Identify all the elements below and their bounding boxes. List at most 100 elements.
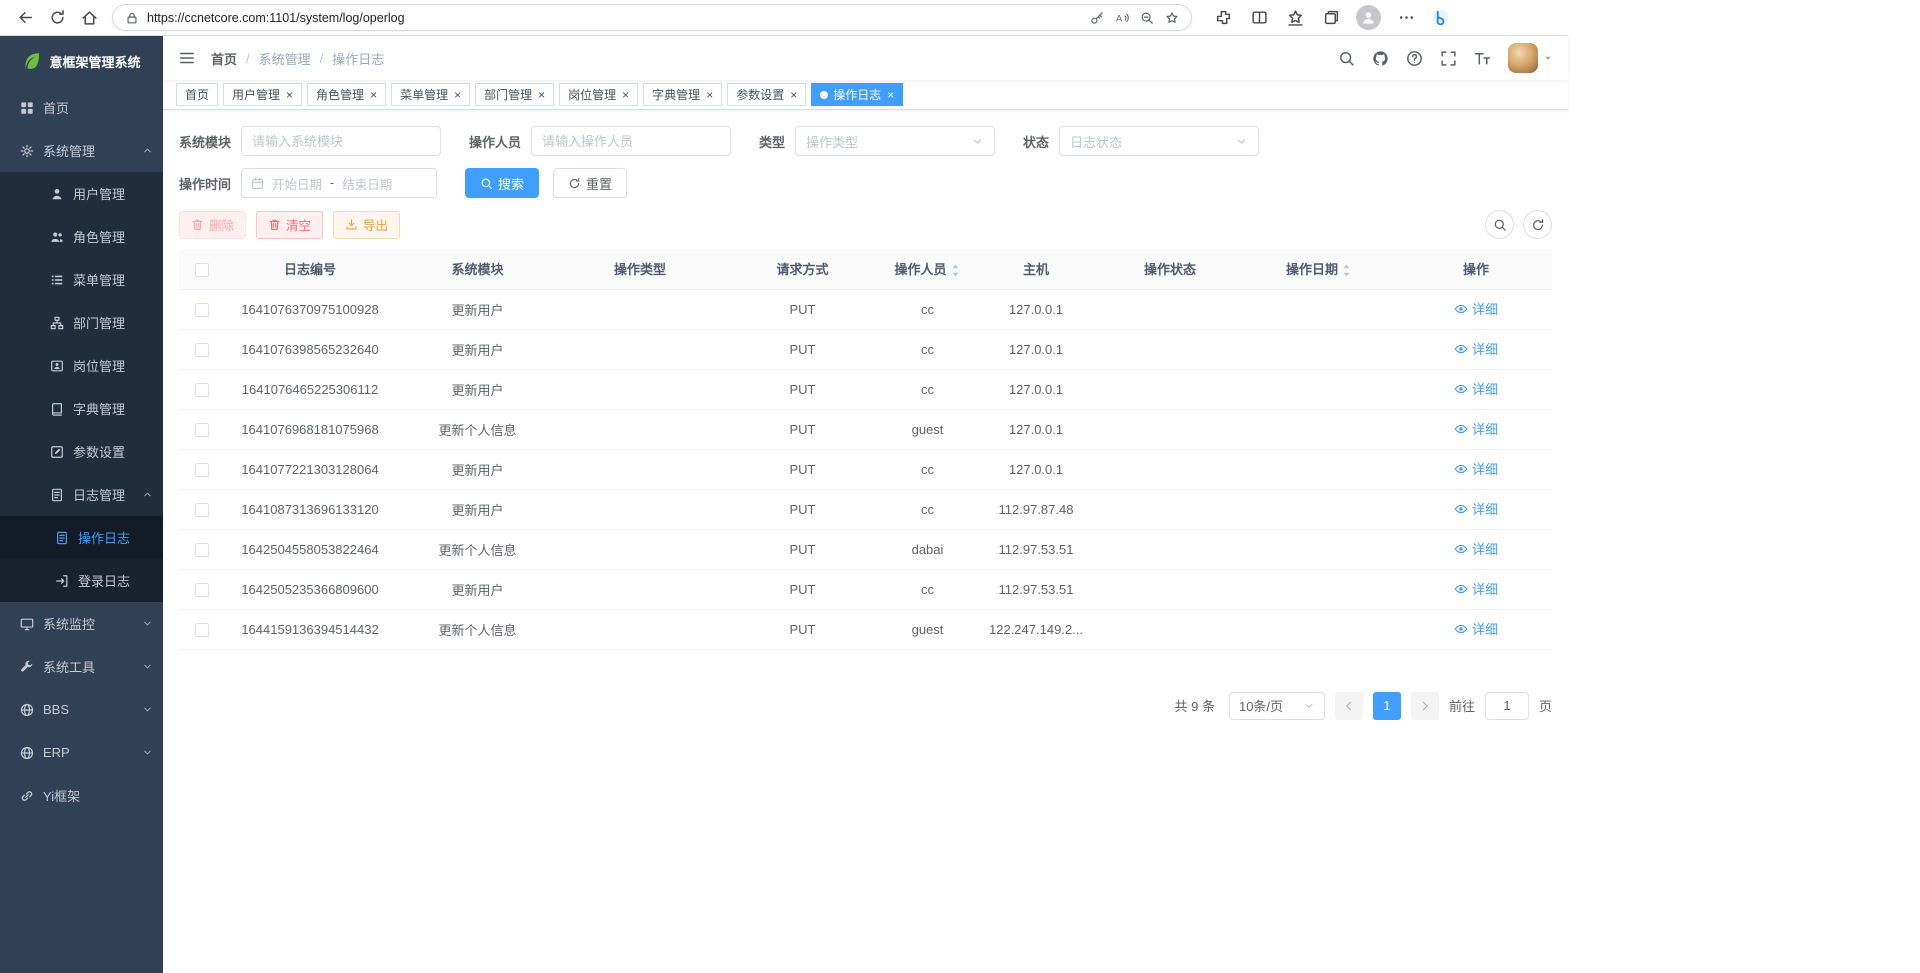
- tab-close-icon[interactable]: ×: [706, 89, 713, 101]
- tab-role[interactable]: 角色管理×: [307, 83, 386, 106]
- collections-button[interactable]: [1316, 4, 1346, 32]
- reset-button[interactable]: 重置: [553, 168, 627, 198]
- tab-close-icon[interactable]: ×: [370, 89, 377, 101]
- github-button[interactable]: [1372, 50, 1389, 67]
- delete-button[interactable]: 删除: [179, 211, 246, 239]
- address-bar[interactable]: https://ccnetcore.com:1101/system/log/op…: [112, 4, 1192, 31]
- read-aloud-button[interactable]: A: [1115, 11, 1129, 25]
- eye-icon: [1454, 382, 1468, 396]
- tab-close-icon[interactable]: ×: [286, 89, 293, 101]
- row-checkbox[interactable]: [195, 303, 209, 317]
- row-checkbox[interactable]: [195, 503, 209, 517]
- row-checkbox[interactable]: [195, 343, 209, 357]
- tab-operlog[interactable]: 操作日志×: [811, 83, 903, 106]
- extensions-button[interactable]: [1208, 4, 1238, 32]
- detail-link[interactable]: 详细: [1454, 459, 1498, 478]
- sidebar-item-system[interactable]: 系统管理: [0, 129, 163, 172]
- tab-close-icon[interactable]: ×: [538, 89, 545, 101]
- zoom-button[interactable]: [1140, 11, 1154, 25]
- sidebar-item-yiframe[interactable]: Yi框架: [0, 774, 163, 817]
- row-checkbox[interactable]: [195, 383, 209, 397]
- tab-close-icon[interactable]: ×: [454, 89, 461, 101]
- tab-close-icon[interactable]: ×: [622, 89, 629, 101]
- status-filter-select[interactable]: 日志状态: [1059, 126, 1259, 156]
- split-screen-button[interactable]: [1244, 4, 1274, 32]
- sort-caret-icon[interactable]: [950, 263, 961, 278]
- sidebar-item-dept[interactable]: 部门管理: [0, 301, 163, 344]
- goto-page-input[interactable]: [1485, 692, 1529, 720]
- app-logo[interactable]: 意框架管理系统: [0, 36, 163, 86]
- page-size-select[interactable]: 10条/页: [1229, 692, 1325, 720]
- row-checkbox[interactable]: [195, 423, 209, 437]
- breadcrumb-item[interactable]: 系统管理: [259, 49, 311, 68]
- row-checkbox[interactable]: [195, 623, 209, 637]
- search-button[interactable]: [1338, 50, 1355, 67]
- next-page-button[interactable]: [1411, 692, 1439, 720]
- row-checkbox[interactable]: [195, 463, 209, 477]
- add-favorite-button[interactable]: [1165, 11, 1179, 25]
- module-filter-input[interactable]: [241, 126, 441, 156]
- sidebar-item-tool[interactable]: 系统工具: [0, 645, 163, 688]
- sidebar-item-log[interactable]: 日志管理: [0, 473, 163, 516]
- type-filter-select[interactable]: 操作类型: [795, 126, 995, 156]
- tab-menu[interactable]: 菜单管理×: [391, 83, 470, 106]
- tab-post[interactable]: 岗位管理×: [559, 83, 638, 106]
- sidebar-item-config[interactable]: 参数设置: [0, 430, 163, 473]
- sort-caret-icon[interactable]: [1341, 263, 1352, 278]
- detail-link[interactable]: 详细: [1454, 299, 1498, 318]
- tab-config[interactable]: 参数设置×: [727, 83, 806, 106]
- sidebar-item-menu[interactable]: 菜单管理: [0, 258, 163, 301]
- tab-close-icon[interactable]: ×: [790, 89, 797, 101]
- sidebar-item-loginlog[interactable]: 登录日志: [0, 559, 163, 602]
- font-size-button[interactable]: [1474, 50, 1491, 67]
- sidebar-item-monitor[interactable]: 系统监控: [0, 602, 163, 645]
- breadcrumb-item[interactable]: 首页: [211, 49, 237, 68]
- tab-dept[interactable]: 部门管理×: [475, 83, 554, 106]
- sidebar-item-role[interactable]: 角色管理: [0, 215, 163, 258]
- prev-page-button[interactable]: [1335, 692, 1363, 720]
- profile-dropdown[interactable]: [1508, 43, 1553, 73]
- copilot-button[interactable]: [1427, 5, 1453, 31]
- sidebar-item-home[interactable]: 首页: [0, 86, 163, 129]
- password-key-button[interactable]: [1090, 11, 1104, 25]
- search-button[interactable]: 搜索: [465, 168, 539, 198]
- page-number-button[interactable]: 1: [1373, 692, 1401, 720]
- detail-link[interactable]: 详细: [1454, 539, 1498, 558]
- tab-home[interactable]: 首页: [176, 83, 218, 106]
- detail-link[interactable]: 详细: [1454, 339, 1498, 358]
- hamburger-icon[interactable]: [178, 49, 196, 67]
- sidebar-item-erp[interactable]: ERP: [0, 731, 163, 774]
- tab-close-icon[interactable]: ×: [887, 89, 894, 101]
- select-all-checkbox[interactable]: [195, 263, 209, 277]
- browser-profile-avatar[interactable]: [1356, 5, 1381, 30]
- row-checkbox[interactable]: [195, 583, 209, 597]
- fullscreen-button[interactable]: [1440, 50, 1457, 67]
- detail-link[interactable]: 详细: [1454, 579, 1498, 598]
- refresh-button[interactable]: [42, 4, 72, 32]
- tab-dict[interactable]: 字典管理×: [643, 83, 722, 106]
- refresh-table-button[interactable]: [1523, 210, 1552, 239]
- more-options-button[interactable]: [1391, 4, 1421, 32]
- detail-link[interactable]: 详细: [1454, 499, 1498, 518]
- detail-link[interactable]: 详细: [1454, 419, 1498, 438]
- export-button[interactable]: 导出: [333, 211, 400, 239]
- clear-button[interactable]: 清空: [256, 211, 323, 239]
- toggle-search-button[interactable]: [1485, 210, 1514, 239]
- date-range-picker[interactable]: 开始日期 - 结束日期: [241, 168, 437, 198]
- sidebar-item-post[interactable]: 岗位管理: [0, 344, 163, 387]
- sidebar-item-operlog[interactable]: 操作日志: [0, 516, 163, 559]
- favorites-button[interactable]: [1280, 4, 1310, 32]
- detail-link[interactable]: 详细: [1454, 619, 1498, 638]
- column-header-date[interactable]: 操作日期: [1238, 249, 1400, 289]
- home-button[interactable]: [74, 4, 104, 32]
- sidebar-item-bbs[interactable]: BBS: [0, 688, 163, 731]
- column-header-operator[interactable]: 操作人员: [885, 249, 970, 289]
- sidebar-item-dict[interactable]: 字典管理: [0, 387, 163, 430]
- help-button[interactable]: [1406, 50, 1423, 67]
- detail-link[interactable]: 详细: [1454, 379, 1498, 398]
- operator-filter-input[interactable]: [531, 126, 731, 156]
- tab-user[interactable]: 用户管理×: [223, 83, 302, 106]
- row-checkbox[interactable]: [195, 543, 209, 557]
- sidebar-item-user[interactable]: 用户管理: [0, 172, 163, 215]
- back-button[interactable]: [10, 4, 40, 32]
